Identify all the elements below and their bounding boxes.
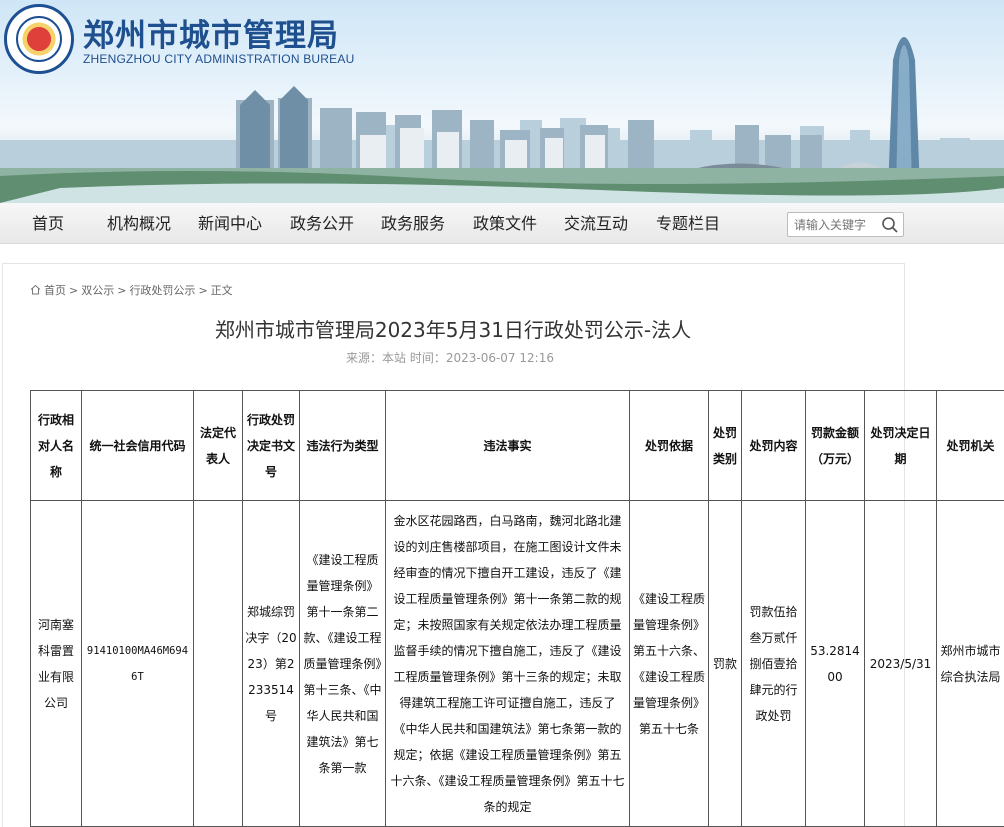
nav-item-policy[interactable]: 政策文件 [473,203,537,244]
breadcrumb-current: 正文 [210,284,233,297]
breadcrumb-separator: > [117,284,127,297]
table-header: 处罚机关 [936,390,1004,501]
article-title: 郑州市城市管理局2023年5月31日行政处罚公示-法人 [214,318,692,342]
table-cell: 河南塞科雷置业有限公司 [30,500,82,827]
table-cell: 《建设工程质量管理条例》第十一条第二款、《建设工程质量管理条例》第十三条、《中华… [299,500,386,827]
table-header: 处罚内容 [741,390,806,501]
table-cell: 郑州市城市综合执法局 [936,500,1004,827]
site-subtitle: ZHENGZHOU CITY ADMINISTRATION BUREAU [83,52,355,66]
nav-item-about[interactable]: 机构概况 [107,203,171,244]
article-meta: 来源：本站 时间：2023-06-07 12:16 [346,351,554,365]
table-cell [193,500,243,827]
nav-item-topics[interactable]: 专题栏目 [656,203,720,244]
table-cell: 91410100MA46M6946T [81,500,194,827]
breadcrumb-home[interactable]: 首页 [44,284,66,297]
search-icon[interactable] [881,216,899,234]
bureau-emblem-logo[interactable] [4,4,74,74]
nav-item-gov-info[interactable]: 政务公开 [290,203,354,244]
nav-item-gov-service[interactable]: 政务服务 [381,203,445,244]
table-header-row: 行政相对人名称 统一社会信用代码 法定代表人 行政处罚决定书文号 违法行为类型 … [30,390,1004,501]
table-header: 处罚依据 [629,390,709,501]
nav-item-news[interactable]: 新闻中心 [198,203,262,244]
table-cell: 《建设工程质量管理条例》第五十六条、《建设工程质量管理条例》第五十七条 [629,500,709,827]
table-header: 罚款金额（万元） [805,390,865,501]
table-header: 行政处罚决定书文号 [242,390,300,501]
search-input[interactable] [794,215,876,234]
table-cell: 53.281400 [805,500,865,827]
search-box [787,212,904,237]
table-header: 违法事实 [385,390,630,501]
breadcrumb-separator: > [69,284,79,297]
table-header: 违法行为类型 [299,390,386,501]
table-cell: 罚款 [708,500,742,827]
table-cell: 郑城综罚决字（2023）第2233514号 [242,500,300,827]
table-cell: 金水区花园路西，白马路南，魏河北路北建设的刘庄售楼部项目，在施工图设计文件未经审… [385,500,630,827]
site-title: 郑州市城市管理局 [83,18,339,54]
table-header: 统一社会信用代码 [81,390,194,501]
table-row: 河南塞科雷置业有限公司 91410100MA46M6946T 郑城综罚决字（20… [30,500,1004,827]
nav-item-interaction[interactable]: 交流互动 [564,203,628,244]
table-header: 法定代表人 [193,390,243,501]
breadcrumb-penalty-publicity[interactable]: 行政处罚公示 [129,284,195,297]
table-cell: 2023/5/31 [864,500,937,827]
breadcrumb-dual-publicity[interactable]: 双公示 [81,284,114,297]
table-header: 处罚决定日期 [864,390,937,501]
header-banner: 郑州市城市管理局 ZHENGZHOU CITY ADMINISTRATION B… [0,0,1004,203]
home-icon [30,284,41,295]
table-header: 行政相对人名称 [30,390,82,501]
nav-item-home[interactable]: 首页 [32,203,64,244]
breadcrumb-separator: > [198,284,208,297]
table-cell: 罚款伍拾叁万贰仟捌佰壹拾肆元的行政处罚 [741,500,806,827]
table-header: 处罚类别 [708,390,742,501]
penalty-table: 行政相对人名称 统一社会信用代码 法定代表人 行政处罚决定书文号 违法行为类型 … [30,390,1004,827]
breadcrumb: 首页 > 双公示 > 行政处罚公示 > 正文 [30,282,236,298]
